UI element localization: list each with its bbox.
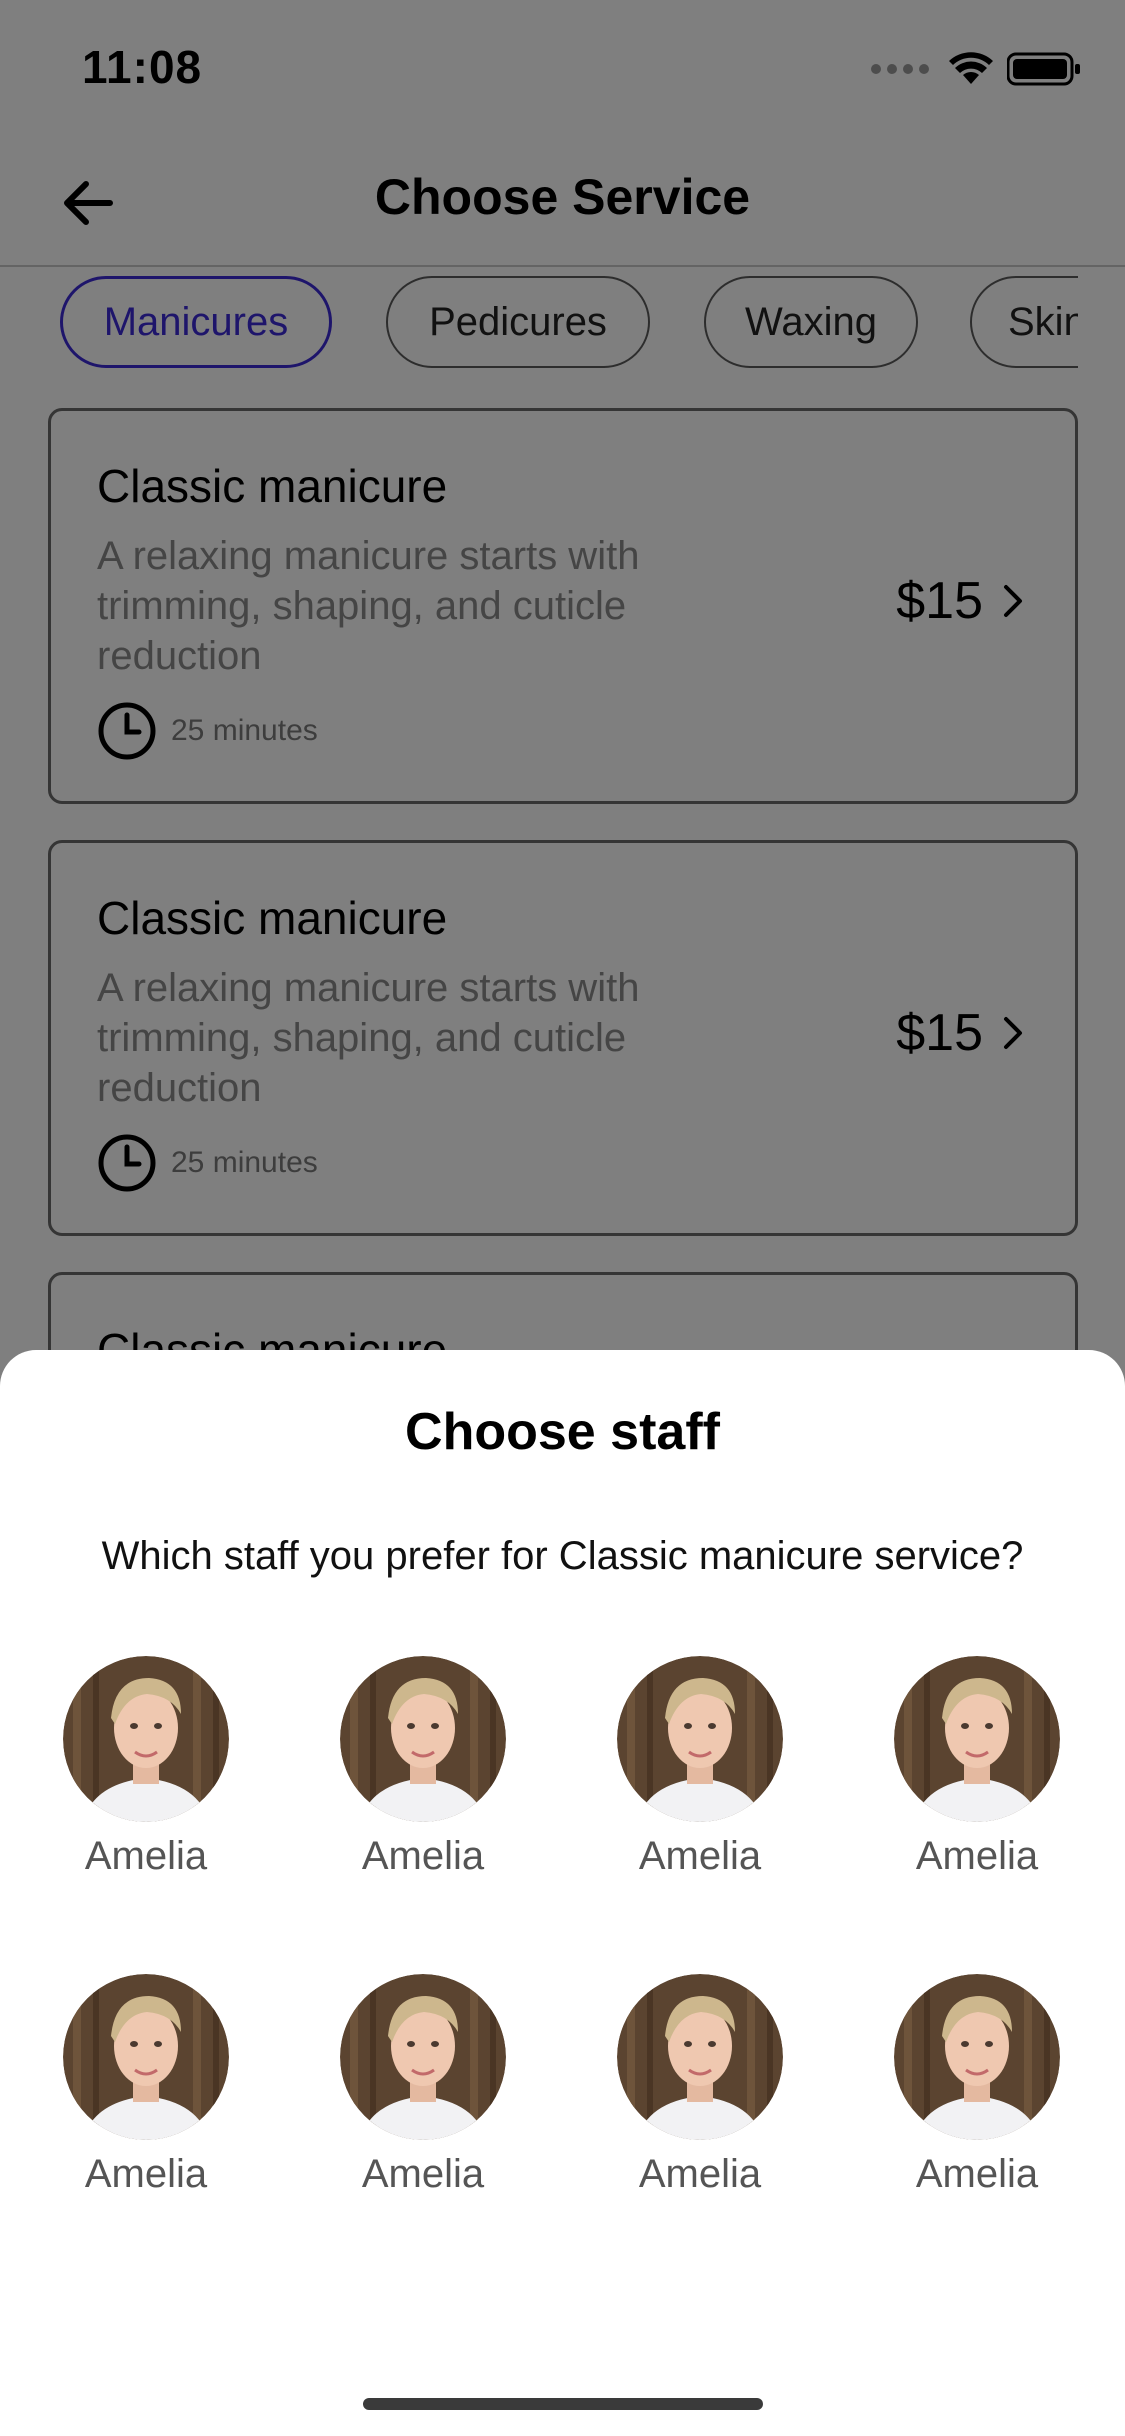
staff-option[interactable]: Amelia	[323, 1974, 523, 2197]
avatar	[894, 1974, 1060, 2140]
staff-name: Amelia	[915, 2152, 1039, 2196]
staff-option[interactable]: Amelia	[877, 1974, 1077, 2197]
sheet-question: Which staff you prefer for Classic manic…	[101, 1534, 1024, 1578]
avatar	[63, 1656, 229, 1822]
avatar	[340, 1656, 506, 1822]
sheet-title: Choose staff	[405, 1403, 720, 1461]
staff-option[interactable]: Amelia	[600, 1656, 800, 1879]
staff-name: Amelia	[638, 1834, 762, 1878]
avatar	[340, 1974, 506, 2140]
staff-option[interactable]: Amelia	[600, 1974, 800, 2197]
staff-name: Amelia	[84, 1834, 208, 1878]
staff-name: Amelia	[361, 1834, 485, 1878]
staff-option[interactable]: Amelia	[877, 1656, 1077, 1879]
avatar	[894, 1656, 1060, 1822]
choose-staff-sheet: Choose staff Which staff you prefer for …	[0, 1350, 1125, 2436]
staff-option[interactable]: Amelia	[323, 1656, 523, 1879]
avatar	[617, 1656, 783, 1822]
staff-name: Amelia	[915, 1834, 1039, 1878]
avatar	[63, 1974, 229, 2140]
staff-name: Amelia	[84, 2152, 208, 2196]
staff-name: Amelia	[361, 2152, 485, 2196]
staff-option[interactable]: Amelia	[46, 1656, 246, 1879]
home-indicator[interactable]	[363, 2398, 763, 2410]
staff-name: Amelia	[638, 2152, 762, 2196]
staff-option[interactable]: Amelia	[46, 1974, 246, 2197]
avatar	[617, 1974, 783, 2140]
